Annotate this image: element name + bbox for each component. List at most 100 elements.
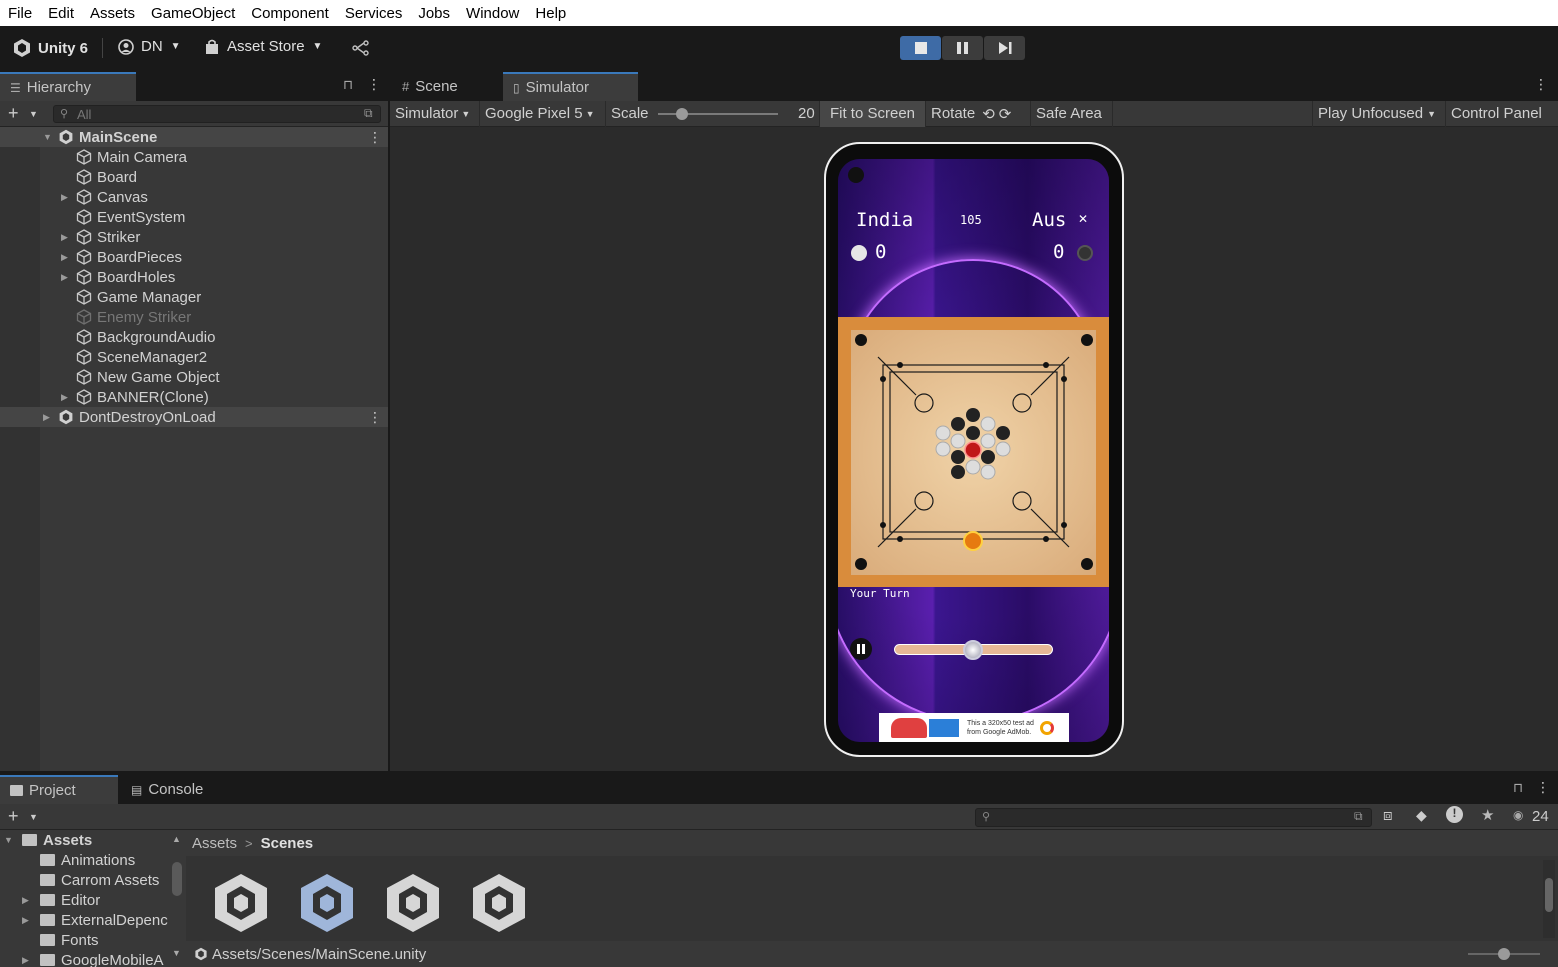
rotate-left-icon[interactable]: ⟲ <box>982 105 995 123</box>
menu-component[interactable]: Component <box>243 5 337 22</box>
collapsed-arrow-icon[interactable]: ▶ <box>61 272 68 283</box>
striker-slider-thumb[interactable] <box>963 640 983 660</box>
control-panel-button[interactable]: Control Panel <box>1446 101 1558 127</box>
menu-gameobject[interactable]: GameObject <box>143 5 243 22</box>
turn-indicator: Your Turn <box>850 587 910 600</box>
project-tree-item[interactable]: ▼ Assets <box>0 830 170 850</box>
add-icon[interactable]: + <box>8 806 19 827</box>
hierarchy-dontdestroy-root[interactable]: ▶ DontDestroyOnLoad ⋮ <box>0 407 388 427</box>
step-button[interactable] <box>984 36 1025 60</box>
scene-asset-icon[interactable] <box>470 872 528 934</box>
game-screen[interactable]: India 105 Aus ✕ 0 0 Your Turn This a 320… <box>838 159 1109 742</box>
breadcrumb-root[interactable]: Assets <box>192 835 237 852</box>
add-icon[interactable]: + <box>8 103 19 124</box>
scale-slider-thumb[interactable] <box>676 107 688 120</box>
game-pause-button[interactable] <box>850 638 872 660</box>
hierarchy-item[interactable]: ▶ Striker <box>0 227 388 247</box>
simulator-mode-dropdown[interactable]: Simulator ▼ <box>390 100 480 127</box>
menu-services[interactable]: Services <box>337 5 411 22</box>
hidden-packages-icon[interactable]: ◉ <box>1513 808 1523 822</box>
search-options-icon[interactable]: ⧉ <box>364 106 373 121</box>
collapsed-arrow-icon[interactable]: ▶ <box>22 895 29 906</box>
collapsed-arrow-icon[interactable]: ▶ <box>61 252 68 263</box>
account-dropdown[interactable]: DN ▼ <box>118 38 181 55</box>
hierarchy-item[interactable]: SceneManager2 <box>0 347 388 367</box>
menu-edit[interactable]: Edit <box>40 5 82 22</box>
version-control-button[interactable] <box>352 40 370 56</box>
menu-jobs[interactable]: Jobs <box>410 5 458 22</box>
collapsed-arrow-icon[interactable]: ▶ <box>43 412 50 423</box>
hierarchy-item[interactable]: BackgroundAudio <box>0 327 388 347</box>
hierarchy-item[interactable]: ▶ Canvas <box>0 187 388 207</box>
project-tree-item[interactable]: Fonts <box>0 930 170 950</box>
tab-scene[interactable]: # Scene <box>392 72 502 101</box>
icon-size-slider-thumb[interactable] <box>1498 948 1510 960</box>
expanded-arrow-icon[interactable]: ▼ <box>4 835 13 845</box>
lock-icon[interactable]: ⊓ <box>343 77 353 93</box>
project-search-input[interactable]: ⚲ ⧉ <box>975 808 1372 827</box>
important-icon[interactable]: ! <box>1446 806 1463 823</box>
collapsed-arrow-icon[interactable]: ▶ <box>61 392 68 403</box>
hierarchy-item[interactable]: ▶ BoardPieces <box>0 247 388 267</box>
menu-window[interactable]: Window <box>458 5 527 22</box>
device-dropdown[interactable]: Google Pixel 5 ▼ <box>480 100 606 127</box>
chevron-down-icon[interactable]: ▼ <box>29 812 38 822</box>
menu-assets[interactable]: Assets <box>82 5 143 22</box>
project-tree-item[interactable]: ▶ ExternalDepenc <box>0 910 170 930</box>
hierarchy-item[interactable]: ▶ BANNER(Clone) <box>0 387 388 407</box>
tab-console[interactable]: ▤ Console <box>121 775 231 804</box>
hierarchy-item[interactable]: Board <box>0 167 388 187</box>
close-icon[interactable]: ✕ <box>1078 212 1088 226</box>
fit-to-screen-button[interactable]: Fit to Screen <box>820 100 926 127</box>
expanded-arrow-icon[interactable]: ▼ <box>43 132 52 142</box>
filter-by-type-icon[interactable]: ⧈ <box>1383 807 1393 824</box>
hierarchy-item[interactable]: ▶ BoardHoles <box>0 267 388 287</box>
hierarchy-search-input[interactable]: ⚲ All ⧉ <box>53 105 381 123</box>
project-tree-item[interactable]: Animations <box>0 850 170 870</box>
asset-store-dropdown[interactable]: Asset Store ▼ <box>205 38 322 55</box>
rotate-right-icon[interactable]: ⟳ <box>999 105 1012 123</box>
project-tree-item[interactable]: ▶ Editor <box>0 890 170 910</box>
scene-asset-icon[interactable] <box>384 872 442 934</box>
tab-simulator[interactable]: ▯ Simulator <box>503 72 638 101</box>
menu-help[interactable]: Help <box>527 5 574 22</box>
more-options-icon[interactable]: ⋮ <box>367 76 381 93</box>
more-options-icon[interactable]: ⋮ <box>368 409 382 426</box>
play-stop-button[interactable] <box>900 36 941 60</box>
hierarchy-item[interactable]: Enemy Striker <box>0 307 388 327</box>
more-options-icon[interactable]: ⋮ <box>368 129 382 146</box>
lock-icon[interactable]: ⊓ <box>1513 780 1523 796</box>
search-options-icon[interactable]: ⧉ <box>1354 809 1363 824</box>
content-scrollbar-thumb[interactable] <box>1545 878 1553 912</box>
project-tree-item[interactable]: Carrom Assets <box>0 870 170 890</box>
tree-scrollbar-thumb[interactable] <box>172 862 182 896</box>
collapsed-arrow-icon[interactable]: ▶ <box>61 232 68 243</box>
chevron-down-icon[interactable]: ▼ <box>29 109 38 119</box>
project-tree-item[interactable]: ▶ GoogleMobileA <box>0 950 170 967</box>
collapsed-arrow-icon[interactable]: ▶ <box>22 915 29 926</box>
pause-button[interactable] <box>942 36 983 60</box>
menu-file[interactable]: File <box>0 5 40 22</box>
hierarchy-item[interactable]: New Game Object <box>0 367 388 387</box>
tab-project[interactable]: Project <box>0 775 118 804</box>
more-options-icon[interactable]: ⋮ <box>1534 76 1548 93</box>
safe-area-toggle[interactable]: Safe Area <box>1031 100 1113 127</box>
more-options-icon[interactable]: ⋮ <box>1536 779 1550 796</box>
hierarchy-scene-root[interactable]: ▼ MainScene ⋮ <box>0 127 388 147</box>
content-scrollbar[interactable] <box>1543 860 1555 938</box>
tab-hierarchy[interactable]: ☰ Hierarchy <box>0 72 136 101</box>
collapsed-arrow-icon[interactable]: ▶ <box>61 192 68 203</box>
unity-logo-button[interactable]: Unity 6 <box>12 38 88 58</box>
scroll-down-icon[interactable]: ▼ <box>172 948 181 958</box>
hierarchy-item[interactable]: Game Manager <box>0 287 388 307</box>
filter-by-label-icon[interactable]: ◆ <box>1416 807 1427 824</box>
scene-asset-icon[interactable] <box>212 872 270 934</box>
scene-asset-icon-selected[interactable] <box>298 872 356 934</box>
favorite-star-icon[interactable]: ★ <box>1481 806 1494 824</box>
hierarchy-item[interactable]: EventSystem <box>0 207 388 227</box>
collapsed-arrow-icon[interactable]: ▶ <box>22 955 29 966</box>
play-mode-dropdown[interactable]: Play Unfocused ▼ <box>1312 100 1446 127</box>
scroll-up-icon[interactable]: ▲ <box>172 834 181 844</box>
hierarchy-item[interactable]: Main Camera <box>0 147 388 167</box>
ad-banner[interactable]: This a 320x50 test ad from Google AdMob. <box>879 713 1069 742</box>
